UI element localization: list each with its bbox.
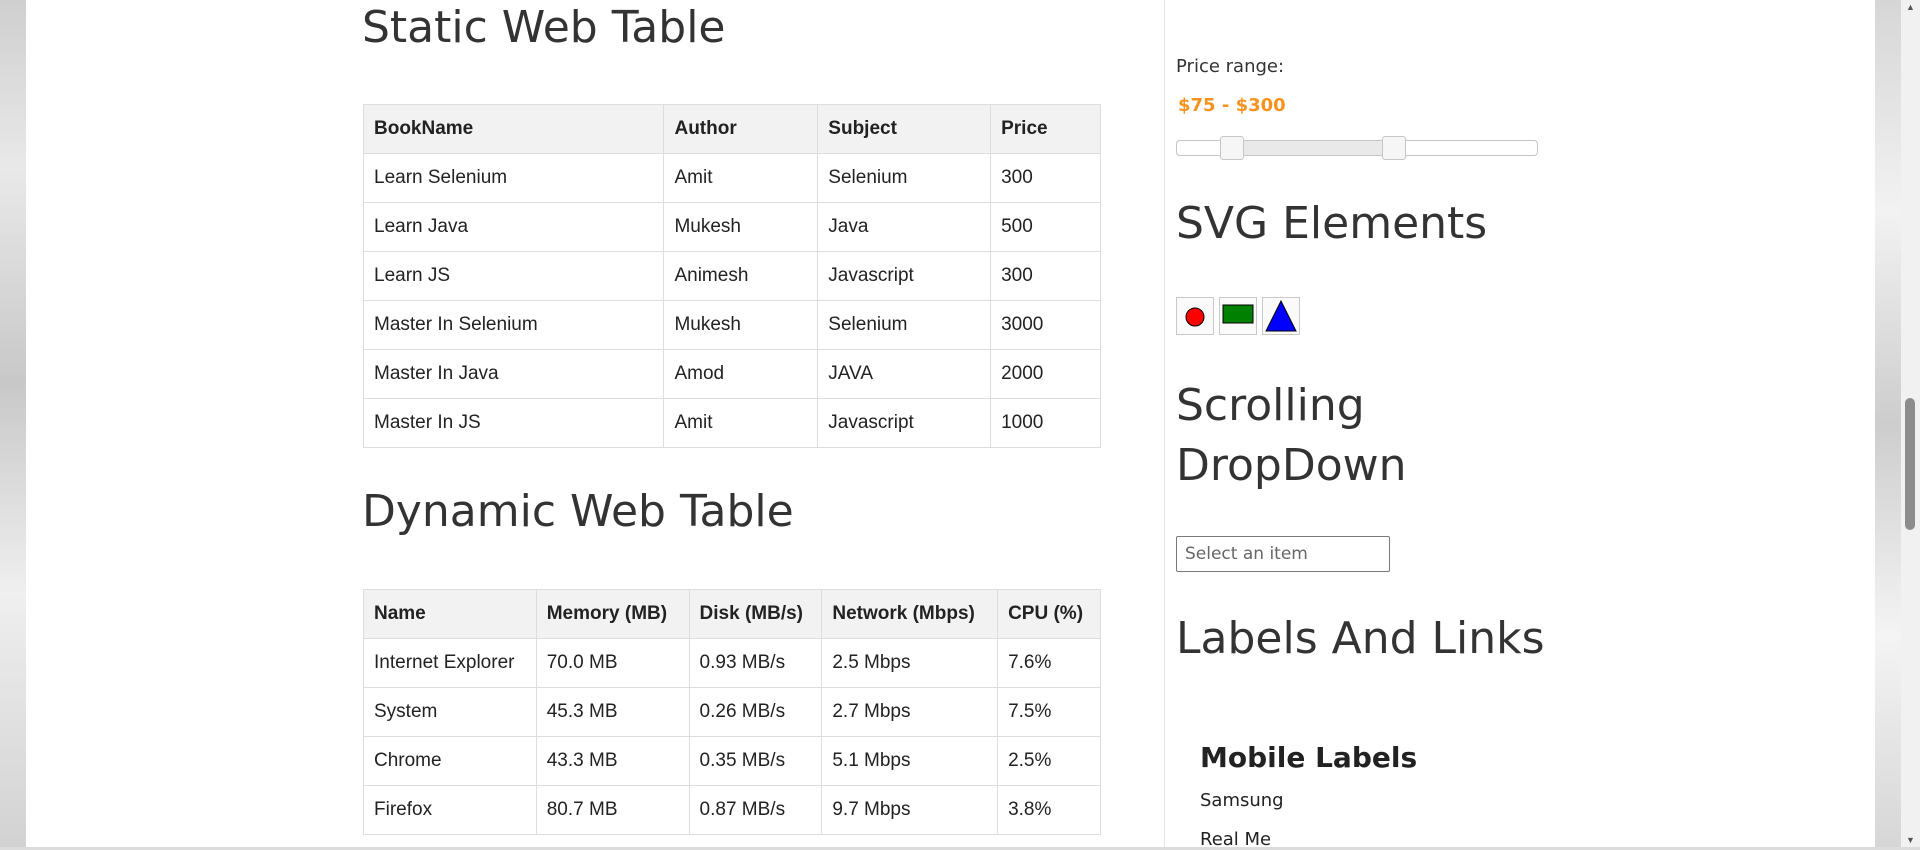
table-row: Learn JS Animesh Javascript 300	[362, 251, 1101, 301]
table-header-row: BookName Author Subject Price	[362, 104, 1101, 154]
table-cell: Learn JS	[362, 251, 665, 301]
table-cell: 0.26 MB/s	[688, 687, 823, 737]
svg-triangle-box[interactable]	[1262, 297, 1300, 335]
table-row: Master In JS Amit Javascript 1000	[362, 398, 1101, 448]
price-range-value: $75 - $300	[1178, 95, 1286, 116]
table-row: Master In Selenium Mukesh Selenium 3000	[362, 300, 1101, 350]
table-cell: 0.93 MB/s	[688, 638, 823, 688]
table-row: Learn Java Mukesh Java 500	[362, 202, 1101, 252]
table-cell: Learn Selenium	[362, 153, 665, 203]
table-cell: 2.5 Mbps	[821, 638, 999, 688]
table-cell: 45.3 MB	[535, 687, 690, 737]
page-background-right	[1875, 0, 1901, 847]
scrollbar-thumb[interactable]	[1905, 398, 1915, 530]
vertical-scrollbar[interactable]: ▲ ▼	[1901, 0, 1920, 847]
table-cell: Javascript	[817, 251, 992, 301]
heading-line: DropDown	[1176, 440, 1407, 491]
mobile-label-samsung[interactable]: Samsung	[1200, 790, 1284, 811]
table-header-cell: Name	[363, 589, 537, 639]
table-cell: System	[363, 687, 537, 737]
scrolling-dropdown-heading: Scrolling DropDown	[1176, 376, 1407, 496]
table-row: System 45.3 MB 0.26 MB/s 2.7 Mbps 7.5%	[363, 687, 1101, 737]
table-cell: Selenium	[817, 153, 992, 203]
table-header-cell: CPU (%)	[997, 589, 1101, 639]
table-cell: 43.3 MB	[535, 736, 690, 786]
green-rectangle-icon	[1222, 304, 1254, 324]
scrolling-dropdown-input[interactable]	[1176, 536, 1390, 572]
table-cell: Mukesh	[663, 202, 819, 252]
table-cell: Selenium	[817, 300, 992, 350]
table-cell: 2.5%	[997, 736, 1101, 786]
labels-links-heading: Labels And Links	[1176, 613, 1545, 664]
table-cell: 3000	[990, 300, 1101, 350]
table-cell: Animesh	[663, 251, 819, 301]
table-row: Learn Selenium Amit Selenium 300	[362, 153, 1101, 203]
page-background-left	[0, 0, 26, 847]
table-header-cell: Disk (MB/s)	[688, 589, 823, 639]
table-row: Chrome 43.3 MB 0.35 MB/s 5.1 Mbps 2.5%	[363, 736, 1101, 786]
table-cell: 2.7 Mbps	[821, 687, 999, 737]
table-cell: Master In JS	[362, 398, 665, 448]
table-cell: 300	[990, 153, 1101, 203]
table-cell: Amit	[663, 153, 819, 203]
table-header-cell: Author	[663, 104, 819, 154]
scroll-up-arrow-icon[interactable]: ▲	[1901, 0, 1920, 14]
table-header-cell: Price	[990, 104, 1101, 154]
table-cell: Chrome	[363, 736, 537, 786]
slider-max-handle[interactable]	[1382, 136, 1406, 160]
table-cell: 2000	[990, 349, 1101, 399]
table-header-cell: BookName	[362, 104, 665, 154]
table-cell: Java	[817, 202, 992, 252]
table-cell: 80.7 MB	[535, 785, 690, 835]
slider-min-handle[interactable]	[1220, 136, 1244, 160]
table-cell: 0.87 MB/s	[688, 785, 823, 835]
price-range-label: Price range:	[1176, 56, 1285, 77]
table-cell: 300	[990, 251, 1101, 301]
table-cell: 3.8%	[997, 785, 1101, 835]
table-cell: 0.35 MB/s	[688, 736, 823, 786]
table-cell: 500	[990, 202, 1101, 252]
table-cell: Master In Selenium	[362, 300, 665, 350]
table-cell: JAVA	[817, 349, 992, 399]
table-cell: Javascript	[817, 398, 992, 448]
scroll-down-arrow-icon[interactable]: ▼	[1901, 833, 1920, 847]
table-cell: Mukesh	[663, 300, 819, 350]
blue-triangle-icon	[1265, 299, 1297, 332]
column-divider	[1164, 0, 1165, 847]
price-range-fill	[1231, 141, 1393, 155]
table-cell: 70.0 MB	[535, 638, 690, 688]
table-cell: 5.1 Mbps	[821, 736, 999, 786]
svg-rectangle-box[interactable]	[1219, 297, 1257, 335]
table-header-cell: Network (Mbps)	[821, 589, 999, 639]
table-cell: Firefox	[363, 785, 537, 835]
static-table-heading: Static Web Table	[362, 2, 726, 53]
table-header-row: Name Memory (MB) Disk (MB/s) Network (Mb…	[363, 589, 1101, 639]
svg-circle-box[interactable]	[1176, 297, 1214, 335]
table-cell: Learn Java	[362, 202, 665, 252]
table-row: Internet Explorer 70.0 MB 0.93 MB/s 2.5 …	[363, 638, 1101, 688]
price-range-slider[interactable]	[1176, 136, 1538, 160]
heading-line: Scrolling	[1176, 380, 1365, 431]
table-cell: Amod	[663, 349, 819, 399]
red-circle-icon	[1185, 307, 1205, 327]
static-web-table: BookName Author Subject Price Learn Sele…	[362, 104, 1101, 448]
table-cell: Amit	[663, 398, 819, 448]
table-row: Firefox 80.7 MB 0.87 MB/s 9.7 Mbps 3.8%	[363, 785, 1101, 835]
table-cell: Master In Java	[362, 349, 665, 399]
table-cell: 7.6%	[997, 638, 1101, 688]
table-row: Master In Java Amod JAVA 2000	[362, 349, 1101, 399]
table-header-cell: Subject	[817, 104, 992, 154]
mobile-labels-heading: Mobile Labels	[1200, 741, 1418, 774]
svg-elements-heading: SVG Elements	[1176, 198, 1488, 249]
table-cell: 1000	[990, 398, 1101, 448]
dynamic-table-heading: Dynamic Web Table	[362, 486, 794, 537]
table-header-cell: Memory (MB)	[535, 589, 690, 639]
table-cell: 9.7 Mbps	[821, 785, 999, 835]
table-cell: Internet Explorer	[363, 638, 537, 688]
dynamic-web-table: Name Memory (MB) Disk (MB/s) Network (Mb…	[363, 589, 1101, 835]
table-cell: 7.5%	[997, 687, 1101, 737]
